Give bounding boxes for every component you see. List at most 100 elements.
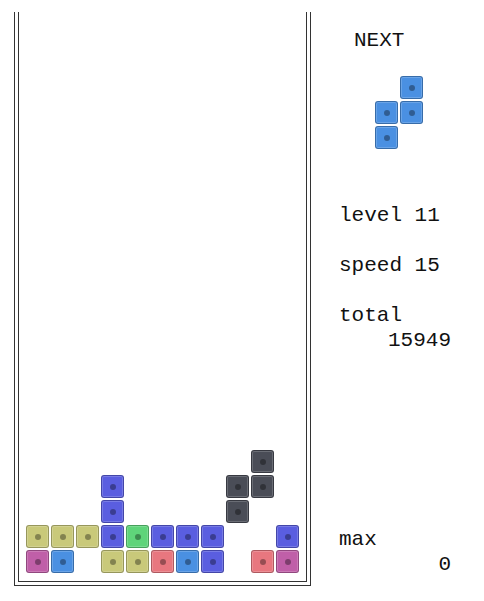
block [126, 550, 149, 573]
cell [374, 125, 399, 150]
cell [275, 324, 300, 349]
cell [25, 224, 50, 249]
cell [225, 99, 250, 124]
cell [150, 174, 175, 199]
block [76, 525, 99, 548]
cell [225, 174, 250, 199]
cell [50, 524, 75, 549]
block [101, 525, 124, 548]
cell [50, 74, 75, 99]
cell [125, 374, 150, 399]
cell [175, 199, 200, 224]
cell [25, 149, 50, 174]
cell [125, 99, 150, 124]
cell [125, 524, 150, 549]
cell [250, 499, 275, 524]
cell [25, 324, 50, 349]
cell [275, 424, 300, 449]
cell [275, 374, 300, 399]
cell [50, 549, 75, 574]
cell [100, 199, 125, 224]
cell [150, 499, 175, 524]
cell [125, 399, 150, 424]
cell [275, 274, 300, 299]
stat: total15949 [339, 303, 464, 353]
cell [374, 100, 399, 125]
cell [75, 349, 100, 374]
stat-value: 15 [415, 253, 440, 278]
block-dot [260, 459, 266, 465]
cell [100, 49, 125, 74]
cell [250, 324, 275, 349]
block-dot [210, 559, 216, 565]
cell [100, 274, 125, 299]
cell [399, 100, 424, 125]
cell [275, 49, 300, 74]
cell [275, 74, 300, 99]
block [276, 550, 299, 573]
cell [75, 249, 100, 274]
cell [75, 524, 100, 549]
cell [25, 49, 50, 74]
cell [275, 249, 300, 274]
cell [50, 224, 75, 249]
cell [250, 124, 275, 149]
cell [50, 424, 75, 449]
cell [275, 124, 300, 149]
cell [100, 149, 125, 174]
cell [75, 474, 100, 499]
block-dot [185, 534, 191, 540]
cell [25, 299, 50, 324]
cell [150, 424, 175, 449]
cell [175, 224, 200, 249]
cell [250, 549, 275, 574]
cell [100, 299, 125, 324]
cell [225, 549, 250, 574]
cell [100, 399, 125, 424]
cell [50, 49, 75, 74]
cell [100, 474, 125, 499]
cell [275, 449, 300, 474]
block-dot [35, 534, 41, 540]
cell [175, 549, 200, 574]
cell [200, 449, 225, 474]
cell [200, 474, 225, 499]
cell [374, 75, 399, 100]
block [51, 550, 74, 573]
cell [175, 99, 200, 124]
cell [275, 24, 300, 49]
cell [250, 299, 275, 324]
cell [175, 249, 200, 274]
cell [225, 349, 250, 374]
cell [150, 349, 175, 374]
cell [225, 24, 250, 49]
cell [125, 449, 150, 474]
cell [75, 124, 100, 149]
cell [50, 399, 75, 424]
cell [200, 524, 225, 549]
info-panel: NEXTlevel11speed15total15949max0 [339, 0, 464, 601]
cell [25, 124, 50, 149]
stat-label: max [339, 527, 464, 552]
cell [75, 174, 100, 199]
cell [150, 124, 175, 149]
cell [175, 49, 200, 74]
cell [100, 374, 125, 399]
cell [25, 24, 50, 49]
cell [200, 399, 225, 424]
block [126, 525, 149, 548]
stat-label: total [339, 303, 464, 328]
block [101, 550, 124, 573]
stat-value: 15949 [339, 328, 451, 353]
cell [25, 499, 50, 524]
block [251, 475, 274, 498]
block-dot [210, 534, 216, 540]
cell [100, 249, 125, 274]
cell [275, 549, 300, 574]
cell [100, 424, 125, 449]
cell [150, 549, 175, 574]
block [201, 550, 224, 573]
block-dot [60, 534, 66, 540]
cell [25, 199, 50, 224]
block-dot [185, 559, 191, 565]
